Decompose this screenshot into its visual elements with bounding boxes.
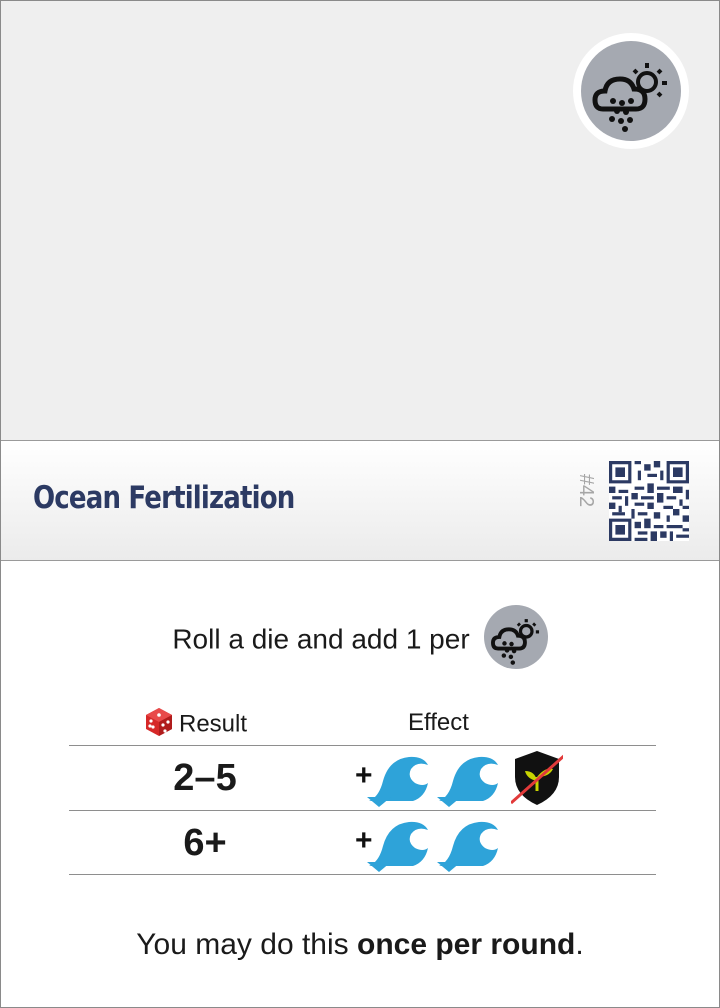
instruction-line: Roll a die and add 1 per xyxy=(1,605,719,673)
table-rule xyxy=(69,810,656,811)
result-header-label: Result xyxy=(179,710,248,738)
qr-code-icon xyxy=(609,461,689,541)
card: Ocean Fertilization #42 Roll a die and a… xyxy=(0,0,720,1008)
red-die-icon xyxy=(146,708,172,736)
footer-text: You may do this once per round. xyxy=(1,928,719,962)
footer-bold: once per round xyxy=(357,928,576,961)
table-rule xyxy=(69,874,656,875)
ocean-wave-icon xyxy=(367,821,428,872)
footer-prefix: You may do this xyxy=(136,928,357,961)
result-column-header: Result xyxy=(143,708,248,741)
ocean-wave-icon xyxy=(437,756,498,807)
crossed-out-plant-shield-icon xyxy=(511,751,563,805)
category-badge-inner xyxy=(581,41,681,141)
footer-suffix: . xyxy=(575,928,584,961)
table-row-result: 2–5 xyxy=(173,757,237,799)
table-rule xyxy=(69,745,656,746)
card-art-area xyxy=(1,1,719,441)
ocean-wave-icon xyxy=(367,756,428,807)
card-title: Ocean Fertilization xyxy=(33,480,295,516)
card-number: #42 xyxy=(575,473,598,508)
table-row-result: 6+ xyxy=(183,822,227,864)
ocean-wave-icon xyxy=(437,821,498,872)
instruction-text: Roll a die and add 1 per xyxy=(172,623,470,655)
cloud-rain-sun-icon xyxy=(490,619,539,665)
effect-column-header: Effect xyxy=(408,709,469,736)
cloud-rain-sun-icon xyxy=(592,63,667,132)
category-badge xyxy=(573,33,689,149)
instruction-cloud-badge xyxy=(483,605,548,669)
